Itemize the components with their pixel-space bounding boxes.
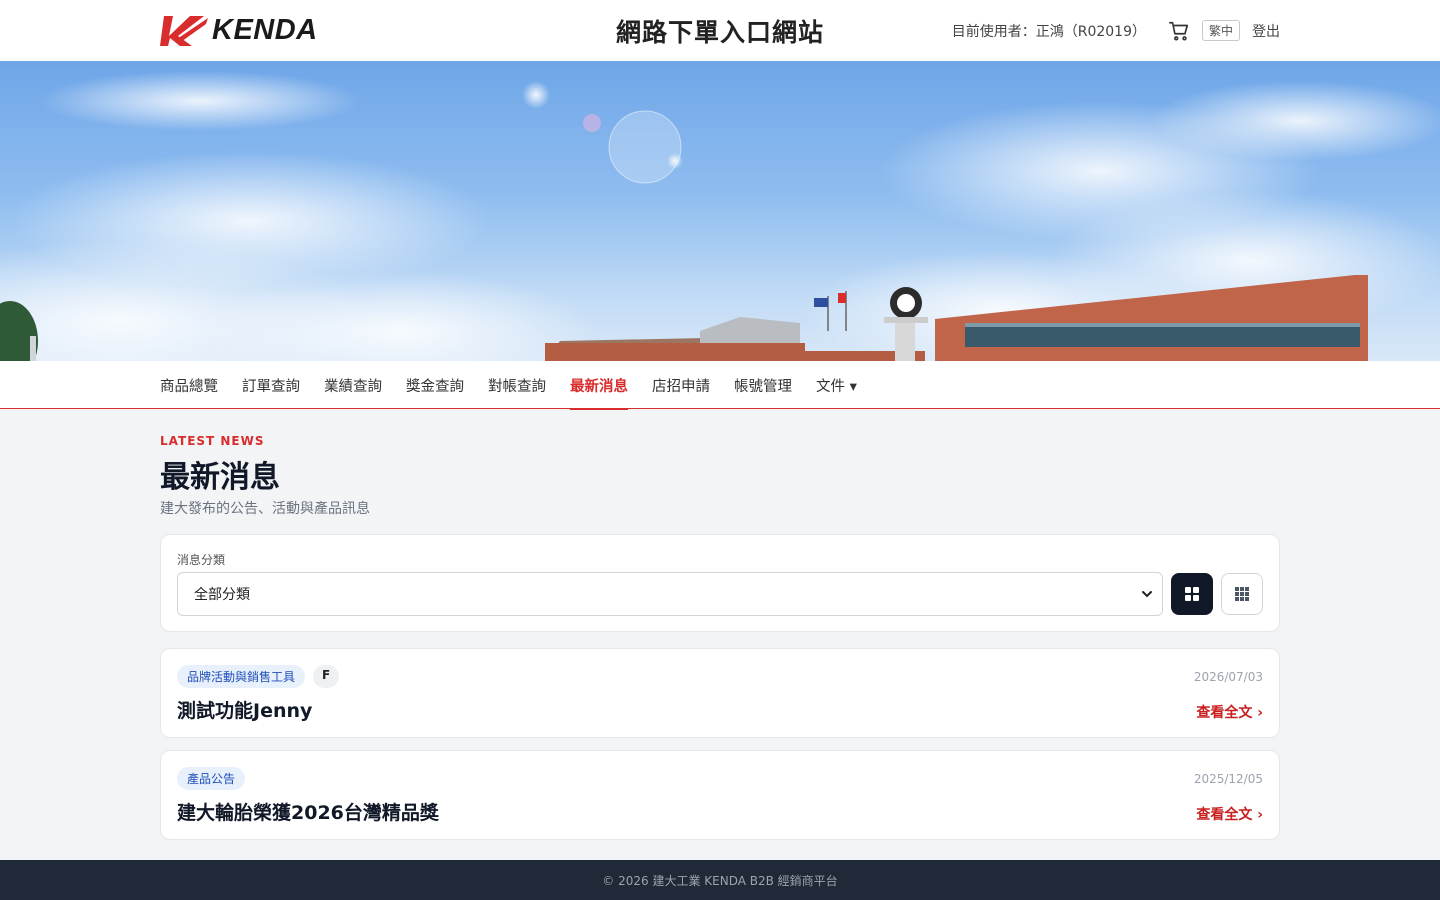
banner-factory-image [0,71,1440,361]
footer-text: © 2026 建大工業 KENDA B2B 經銷商平台 [602,873,838,888]
news-date: 2025/12/05 [1193,772,1263,786]
news-date: 2026/07/03 [1193,670,1263,684]
grid-large-icon [1185,587,1199,601]
top-header: KENDA 網路下單入口網站 目前使用者：正鴻（R02019） 繁中 登出 [0,0,1440,61]
nav-item[interactable]: 獎金查詢 [406,361,464,409]
nav-item[interactable]: 帳號管理 [734,361,792,409]
read-more-link[interactable]: 查看全文 › [1196,804,1263,824]
current-user-label: 目前使用者：正鴻（R02019） [951,23,1146,40]
nav-item[interactable]: 對帳查詢 [488,361,546,409]
page-eyebrow: LATEST NEWS [160,434,265,448]
nav-item[interactable]: 最新消息 [570,361,628,410]
main-content: LATEST NEWS 最新消息 建大發布的公告、活動與產品訊息 消息分類 全部… [160,409,1280,840]
cart-icon[interactable] [1168,20,1190,42]
nav-item[interactable]: 訂單查詢 [242,361,300,409]
grid-small-icon [1235,587,1249,601]
category-filter-label: 消息分類 [177,553,226,567]
news-title[interactable]: 建大輪胎榮獲2026台灣精品獎 [177,798,1263,825]
kenda-logo[interactable]: KENDA [160,11,318,51]
page-subtitle: 建大發布的公告、活動與產品訊息 [160,501,370,517]
news-title[interactable]: 測試功能Jenny [177,696,1263,723]
logout-link[interactable]: 登出 [1252,21,1280,41]
grid-small-view-button[interactable] [1221,573,1263,615]
language-switch[interactable]: 繁中 [1201,20,1240,41]
site-title: 網路下單入口網站 [615,17,825,47]
nav-item[interactable]: 文件 ▾ [816,361,857,409]
news-tag: F [313,665,340,688]
category-select[interactable]: 全部分類 [177,572,1163,616]
filter-card: 消息分類 全部分類 [160,534,1280,632]
main-nav: 商品總覽 訂單查詢 業績查詢 獎金查詢 對帳查詢 最新消息 店招申請 帳號管理 文件 ▾ [0,361,1440,410]
category-select-value: 全部分類 [194,587,250,603]
kenda-k-logo-icon [160,15,208,46]
page-title: 最新消息 [160,460,280,495]
hero-banner [0,61,1440,361]
news-card[interactable]: 產品公告 建大輪胎榮獲2026台灣精品獎 2025/12/05 查看全文 › [160,750,1280,840]
nav-item[interactable]: 業績查詢 [324,361,382,409]
chevron-down-icon [1142,591,1152,598]
logo-text: KENDA [212,14,318,46]
news-card[interactable]: 品牌活動與銷售工具 F 測試功能Jenny 2026/07/03 查看全文 › [160,648,1280,738]
grid-large-view-button[interactable] [1171,573,1213,615]
news-category-tag: 品牌活動與銷售工具 [177,665,306,688]
nav-item[interactable]: 商品總覽 [160,361,218,409]
page-footer: © 2026 建大工業 KENDA B2B 經銷商平台 [0,860,1440,900]
news-category-tag: 產品公告 [177,767,246,790]
nav-item[interactable]: 店招申請 [652,361,710,409]
read-more-link[interactable]: 查看全文 › [1196,702,1263,722]
